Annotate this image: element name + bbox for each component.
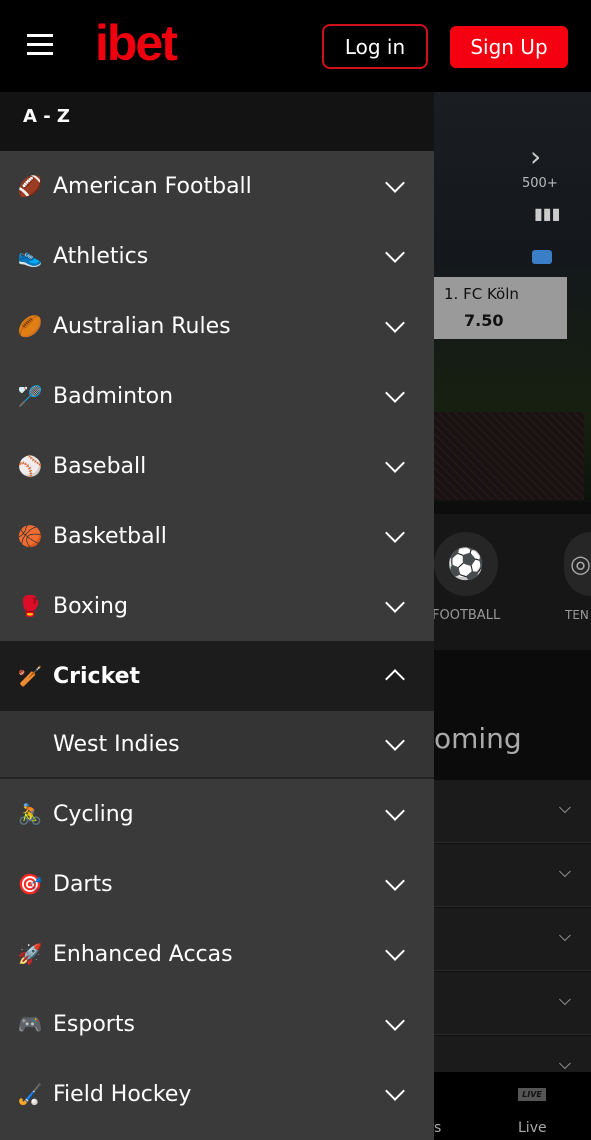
chevron-down-icon — [385, 593, 405, 613]
sport-item-badminton[interactable]: 🏸 Badminton — [0, 361, 434, 431]
promo-banner[interactable] — [434, 412, 584, 500]
chevron-down-icon: ⌵ — [558, 990, 571, 1009]
sport-item-baseball[interactable]: ⚾ Baseball — [0, 431, 434, 501]
accordion-row[interactable]: ⌵ — [434, 844, 591, 907]
sport-item-label: Esports — [53, 1011, 135, 1037]
menu-icon[interactable] — [27, 34, 53, 56]
chevron-down-icon — [385, 871, 405, 891]
chevron-up-icon — [385, 669, 405, 689]
logo[interactable]: ibet — [95, 14, 178, 72]
sport-item-label: Boxing — [53, 593, 128, 619]
sport-item-darts[interactable]: 🎯 Darts — [0, 849, 434, 919]
sport-label: FOOTBALL — [432, 608, 501, 623]
sport-item-label: Field Hockey — [53, 1081, 192, 1107]
drawer-title: A - Z — [0, 92, 434, 151]
sport-item-basketball[interactable]: 🏀 Basketball — [0, 501, 434, 571]
sport-label: TEN — [565, 608, 589, 622]
field-hockey-icon: 🏑 — [17, 1082, 43, 1106]
bet-builder-icon — [532, 250, 552, 264]
badminton-icon: 🏸 — [17, 384, 43, 408]
chevron-down-icon — [385, 243, 405, 263]
live-icon: LIVE — [518, 1088, 546, 1101]
sport-item-label: Darts — [53, 871, 113, 897]
tennis-icon[interactable]: ◎ — [564, 532, 591, 596]
chevron-down-icon — [385, 523, 405, 543]
signup-button[interactable]: Sign Up — [450, 26, 568, 68]
chevron-down-icon — [385, 801, 405, 821]
australian-rules-icon: 🏉 — [17, 314, 43, 338]
bottom-nav: s LIVE Live — [434, 1072, 591, 1140]
nav-item-partial[interactable]: s — [434, 1120, 441, 1136]
american-football-icon: 🏈 — [17, 174, 43, 198]
esports-icon: 🎮 — [17, 1012, 43, 1036]
sport-item-label: Basketball — [53, 523, 167, 549]
markets-count: 500+ — [522, 176, 558, 191]
sub-item-label: West Indies — [53, 731, 180, 757]
chevron-down-icon — [385, 1081, 405, 1101]
odds-team: 1. FC Köln — [444, 285, 519, 303]
sport-item-athletics[interactable]: 👟 Athletics — [0, 221, 434, 291]
athletics-icon: 👟 — [17, 244, 43, 268]
cycling-icon: 🚴 — [17, 802, 43, 826]
chevron-down-icon: ⌵ — [558, 798, 571, 817]
sport-item-label: Australian Rules — [53, 313, 231, 339]
sport-item-label: Cycling — [53, 801, 134, 827]
sports-drawer: A - Z 🏈 American Football 👟 Athletics 🏉 Austr… — [0, 92, 434, 1140]
chevron-down-icon: ⌵ — [558, 1054, 571, 1073]
chevron-down-icon — [385, 383, 405, 403]
chevron-down-icon — [385, 313, 405, 333]
chevron-down-icon — [385, 453, 405, 473]
sport-item-label: Baseball — [53, 453, 147, 479]
accordion-row[interactable]: ⌵ — [434, 972, 591, 1035]
login-button[interactable]: Log in — [322, 24, 428, 69]
darts-icon: 🎯 — [17, 872, 43, 896]
sport-item-label: Enhanced Accas — [53, 941, 233, 967]
sport-item-label: Athletics — [53, 243, 149, 269]
baseball-icon: ⚾ — [17, 454, 43, 478]
sport-item-enhanced-accas[interactable]: 🚀 Enhanced Accas — [0, 919, 434, 989]
page-background: › 500+ ▮▮▮ 1. FC Köln 7.50 ⚽ FOOTBALL ◎ … — [432, 92, 591, 1140]
accordion-row[interactable]: ⌵ — [434, 780, 591, 843]
cricket-icon: 🏏 — [17, 664, 43, 688]
sport-item-label: Cricket — [53, 663, 141, 689]
upcoming-text: oming — [434, 722, 522, 755]
header: ibet Log in Sign Up — [0, 0, 591, 92]
enhanced-accas-icon: 🚀 — [17, 942, 43, 966]
sport-item-esports[interactable]: 🎮 Esports — [0, 989, 434, 1059]
chevron-right-icon[interactable]: › — [530, 140, 541, 173]
boxing-icon: 🥊 — [17, 594, 43, 618]
sport-item-australian-rules[interactable]: 🏉 Australian Rules — [0, 291, 434, 361]
sub-item-west-indies[interactable]: West Indies — [0, 711, 434, 779]
nav-item-live[interactable]: Live — [518, 1120, 547, 1136]
upcoming-heading: oming — [434, 650, 591, 780]
sport-item-field-hockey[interactable]: 🏑 Field Hockey — [0, 1059, 434, 1129]
sport-item-cricket[interactable]: 🏏 Cricket — [0, 641, 434, 711]
chevron-down-icon — [385, 941, 405, 961]
basketball-icon: 🏀 — [17, 524, 43, 548]
stats-icon[interactable]: ▮▮▮ — [534, 204, 560, 223]
chevron-down-icon — [385, 173, 405, 193]
sport-item-american-football[interactable]: 🏈 American Football — [0, 151, 434, 221]
accordion-row[interactable]: ⌵ — [434, 908, 591, 971]
sport-item-label: Badminton — [53, 383, 174, 409]
football-icon[interactable]: ⚽ — [434, 532, 498, 596]
odds-value: 7.50 — [464, 311, 504, 330]
chevron-down-icon — [385, 731, 405, 751]
sport-item-label: American Football — [53, 173, 252, 199]
chevron-down-icon: ⌵ — [558, 926, 571, 945]
odds-button[interactable]: 1. FC Köln 7.50 — [434, 277, 567, 339]
sport-item-cycling[interactable]: 🚴 Cycling — [0, 779, 434, 849]
sport-item-boxing[interactable]: 🥊 Boxing — [0, 571, 434, 641]
chevron-down-icon: ⌵ — [558, 862, 571, 881]
chevron-down-icon — [385, 1011, 405, 1031]
sports-carousel: ⚽ FOOTBALL ◎ TEN — [432, 514, 591, 650]
